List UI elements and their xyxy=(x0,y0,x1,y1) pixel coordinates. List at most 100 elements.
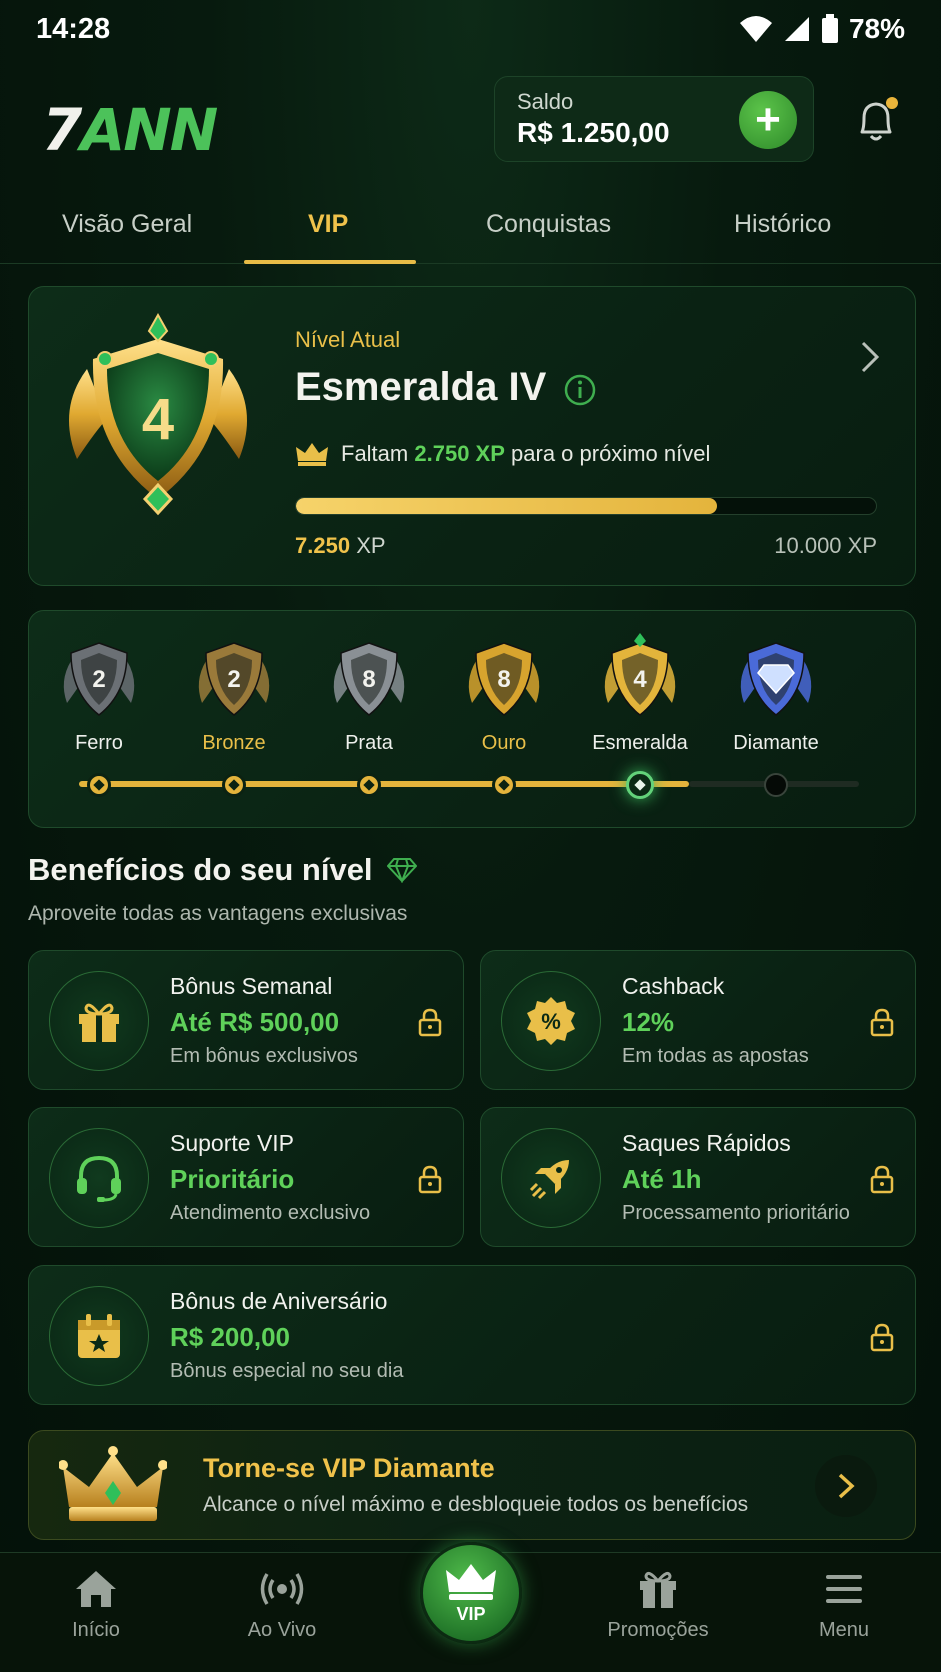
svg-text:2: 2 xyxy=(227,666,240,693)
tier-name: Bronze xyxy=(202,732,266,754)
nav-vip[interactable]: VIP xyxy=(420,1542,522,1650)
chevron-right-icon xyxy=(838,1473,855,1499)
current-level-card[interactable]: 4 Nível Atual Esmeralda IV Faltam 2.750 … xyxy=(28,286,916,586)
tier-name: Prata xyxy=(345,732,393,754)
crown-icon xyxy=(59,1446,167,1521)
tier-diamante[interactable]: Diamante xyxy=(716,631,836,755)
promo-title: Torne-se VIP Diamante xyxy=(203,1453,495,1483)
tier-ferro[interactable]: 2 Ferro xyxy=(39,631,159,755)
gift-icon xyxy=(79,1003,119,1042)
benefit-title: Saques Rápidos xyxy=(622,1130,791,1156)
tier-bronze[interactable]: 2 Bronze xyxy=(174,631,294,755)
svg-text:2: 2 xyxy=(92,666,105,693)
tab-achievements[interactable]: Conquistas xyxy=(486,210,611,239)
svg-text:4: 4 xyxy=(142,387,174,452)
benefit-value: Até 1h xyxy=(622,1164,702,1194)
benefit-desc: Em todas as apostas xyxy=(622,1045,809,1067)
tab-vip[interactable]: VIP xyxy=(308,210,348,239)
nav-home[interactable]: Início xyxy=(26,1567,166,1642)
tier-badge-icon: 8 xyxy=(468,642,540,716)
benefit-cashback[interactable]: % Cashback 12% Em todas as apostas xyxy=(480,950,916,1090)
chevron-right-icon[interactable] xyxy=(855,337,885,377)
benefit-fast-withdrawals[interactable]: Saques Rápidos Até 1h Processamento prio… xyxy=(480,1107,916,1247)
status-bar: 14:28 78% xyxy=(0,0,941,58)
tier-esmeralda[interactable]: 4 Esmeralda xyxy=(580,631,700,755)
benefit-vip-support[interactable]: Suporte VIP Prioritário Atendimento excl… xyxy=(28,1107,464,1247)
wifi-icon xyxy=(739,16,772,42)
rocket-icon xyxy=(529,1160,569,1200)
tier-marker-ouro xyxy=(492,773,516,797)
tab-overview[interactable]: Visão Geral xyxy=(62,210,192,239)
xp-max: 10.000 XP xyxy=(774,533,877,558)
xp-remaining-text: Faltam 2.750 XP para o próximo nível xyxy=(295,441,710,467)
promo-subtitle: Alcance o nível máximo e desbloqueie tod… xyxy=(203,1493,749,1516)
tier-name: Ouro xyxy=(481,732,527,754)
tier-marker-ferro xyxy=(87,773,111,797)
battery-percent: 78% xyxy=(848,13,905,44)
tier-name: Diamante xyxy=(733,732,819,754)
nav-promotions[interactable]: Promoções xyxy=(588,1567,728,1642)
lock-icon xyxy=(870,1165,894,1194)
benefit-desc: Bônus especial no seu dia xyxy=(170,1360,404,1382)
active-tab-indicator xyxy=(244,260,416,264)
lock-icon xyxy=(418,1165,442,1194)
home-icon xyxy=(76,1571,116,1607)
svg-text:8: 8 xyxy=(362,666,375,693)
promo-arrow-button[interactable] xyxy=(815,1455,877,1517)
diamond-icon xyxy=(386,858,417,883)
tier-marker-esmeralda xyxy=(626,771,654,799)
benefit-birthday-bonus[interactable]: Bônus de Aniversário R$ 200,00 Bônus esp… xyxy=(28,1265,916,1405)
level-emblem-icon: 4 xyxy=(69,312,247,516)
xp-progress-bar xyxy=(295,497,877,515)
tier-marker-prata xyxy=(357,773,381,797)
balance-label: Saldo xyxy=(517,89,574,114)
lock-icon xyxy=(418,1008,442,1037)
calendar-star-icon xyxy=(78,1314,120,1358)
app-header: 7ANN Saldo R$ 1.250,00 + xyxy=(0,58,941,180)
tier-badge-icon xyxy=(740,642,812,716)
add-funds-button[interactable]: + xyxy=(739,91,797,149)
svg-text:%: % xyxy=(541,1009,561,1034)
notification-bell-icon[interactable] xyxy=(852,94,900,146)
hamburger-menu-icon xyxy=(826,1575,862,1603)
benefit-title: Bônus de Aniversário xyxy=(170,1288,388,1314)
benefits-subtitle: Aproveite todas as vantagens exclusivas xyxy=(28,902,408,925)
tier-badge-icon: 4 xyxy=(604,633,676,716)
benefit-value: Prioritário xyxy=(170,1164,295,1194)
benefit-desc: Em bônus exclusivos xyxy=(170,1045,358,1067)
nav-menu[interactable]: Menu xyxy=(774,1567,914,1642)
benefit-value: R$ 200,00 xyxy=(170,1322,290,1352)
info-icon[interactable] xyxy=(563,373,597,407)
current-level-name: Esmeralda IV xyxy=(295,365,547,409)
percent-icon: % xyxy=(527,997,575,1045)
tier-badge-icon: 2 xyxy=(198,642,270,716)
current-level-label: Nível Atual xyxy=(295,327,401,352)
balance-box[interactable]: Saldo R$ 1.250,00 + xyxy=(494,76,814,162)
tier-marker-bronze xyxy=(222,773,246,797)
lock-icon xyxy=(870,1323,894,1352)
balance-value: R$ 1.250,00 xyxy=(517,117,670,148)
xp-progress-fill xyxy=(296,498,717,514)
benefit-desc: Processamento prioritário xyxy=(622,1202,850,1224)
tier-badge-icon: 8 xyxy=(333,642,405,716)
benefit-title: Bônus Semanal xyxy=(170,973,333,999)
status-time: 14:28 xyxy=(36,12,111,45)
tier-marker-diamante xyxy=(764,773,788,797)
gift-icon xyxy=(640,1571,676,1608)
crown-icon xyxy=(446,1563,496,1600)
lock-icon xyxy=(870,1008,894,1037)
headset-icon xyxy=(77,1155,121,1202)
tier-track xyxy=(79,781,859,787)
tier-ouro[interactable]: 8 Ouro xyxy=(444,631,564,755)
svg-text:4: 4 xyxy=(633,666,647,693)
vip-diamond-promo[interactable]: Torne-se VIP Diamante Alcance o nível má… xyxy=(28,1430,916,1540)
tab-bar: Visão Geral VIP Conquistas Histórico xyxy=(0,180,941,264)
app-logo[interactable]: 7ANN xyxy=(42,96,218,164)
benefit-weekly-bonus[interactable]: Bônus Semanal Até R$ 500,00 Em bônus exc… xyxy=(28,950,464,1090)
benefit-title: Suporte VIP xyxy=(170,1130,295,1156)
tab-history[interactable]: Histórico xyxy=(734,210,831,239)
tier-prata[interactable]: 8 Prata xyxy=(309,631,429,755)
svg-text:8: 8 xyxy=(497,666,510,693)
tier-name: Esmeralda xyxy=(592,732,688,754)
nav-live[interactable]: Ao Vivo xyxy=(212,1567,352,1642)
